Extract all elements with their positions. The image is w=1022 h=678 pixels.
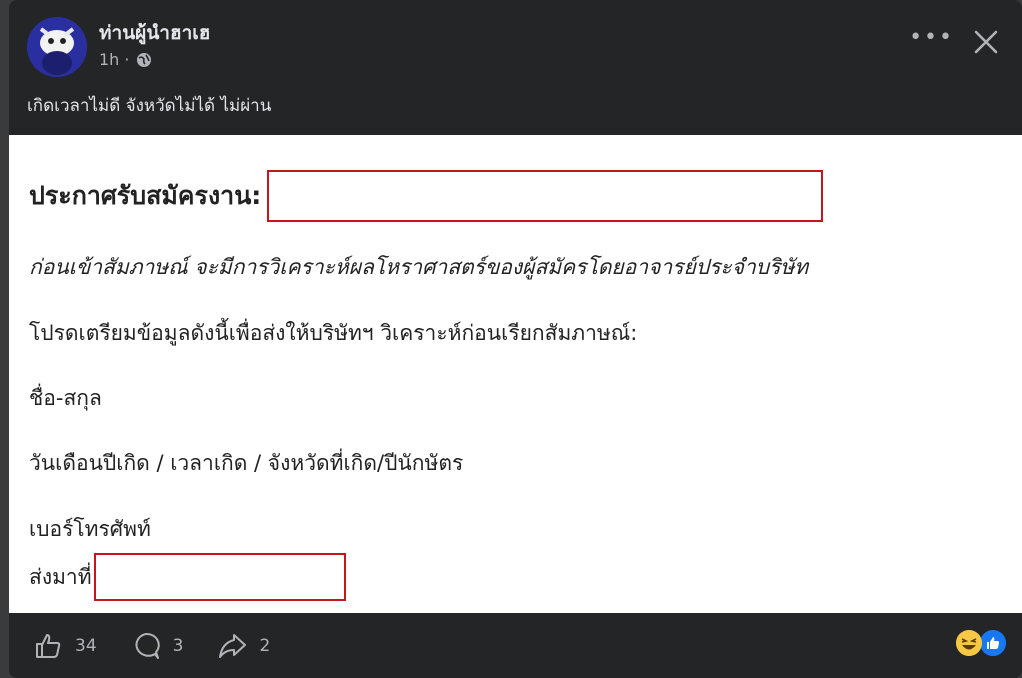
post-card: ท่านผู้นำฮาเฮ 1h · ••• เกิดเวลาไม่ดี จัง… [9, 0, 1022, 678]
share-button[interactable]: 2 [217, 631, 270, 661]
comment-count: 3 [172, 635, 184, 656]
send-row: ส่งมาที่ [29, 553, 346, 601]
redacted-box [267, 170, 824, 222]
send-to-label: ส่งมาที่ [29, 564, 92, 589]
comment-button[interactable]: 3 [131, 631, 184, 661]
like-button[interactable]: 34 [33, 631, 97, 661]
job-heading: ประกาศรับสมัครงาน: [29, 181, 262, 210]
avatar[interactable] [27, 17, 87, 77]
share-icon [219, 633, 247, 658]
post-caption: เกิดเวลาไม่ดี จังหวัดไม่ได้ ไม่ผ่าน [27, 96, 272, 116]
heading-row: ประกาศรับสมัครงาน: [29, 170, 824, 222]
comment-icon [135, 632, 160, 659]
close-icon[interactable] [972, 28, 1000, 56]
redacted-box [93, 553, 346, 601]
post-meta: 1h · [99, 50, 152, 69]
like-count: 34 [75, 635, 97, 656]
instruction: โปรดเตรียมข้อมูลดังนี้เพื่อส่งให้บริษัทฯ… [29, 321, 638, 345]
globe-icon [136, 52, 151, 67]
avatar-image [27, 17, 87, 77]
field-birth: วันเดือนปีเกิด / เวลาเกิด / จังหวัดที่เก… [29, 451, 464, 475]
subtitle: ก่อนเข้าสัมภาษณ์ จะมีการวิเคราะห์ผลโหราศ… [29, 255, 809, 279]
thumbs-up-icon [36, 633, 61, 658]
field-phone: เบอร์โทรศัพท์ [29, 517, 151, 541]
author-name[interactable]: ท่านผู้นำฮาเฮ [99, 18, 210, 48]
reaction-summary[interactable] [956, 628, 1008, 660]
post-footer: 34 3 2 [9, 613, 1022, 678]
post-time[interactable]: 1h · [99, 50, 130, 69]
laugh-reaction-icon [956, 630, 982, 656]
more-options-button[interactable]: ••• [909, 27, 954, 49]
share-count: 2 [259, 635, 271, 656]
post-image[interactable]: ประกาศรับสมัครงาน: ก่อนเข้าสัมภาษณ์ จะมี… [9, 135, 1022, 613]
post-header: ท่านผู้นำฮาเฮ 1h · ••• เกิดเวลาไม่ดี จัง… [9, 0, 1022, 135]
field-name: ชื่อ-สกุล [29, 386, 102, 410]
like-reaction-icon [978, 628, 1008, 658]
